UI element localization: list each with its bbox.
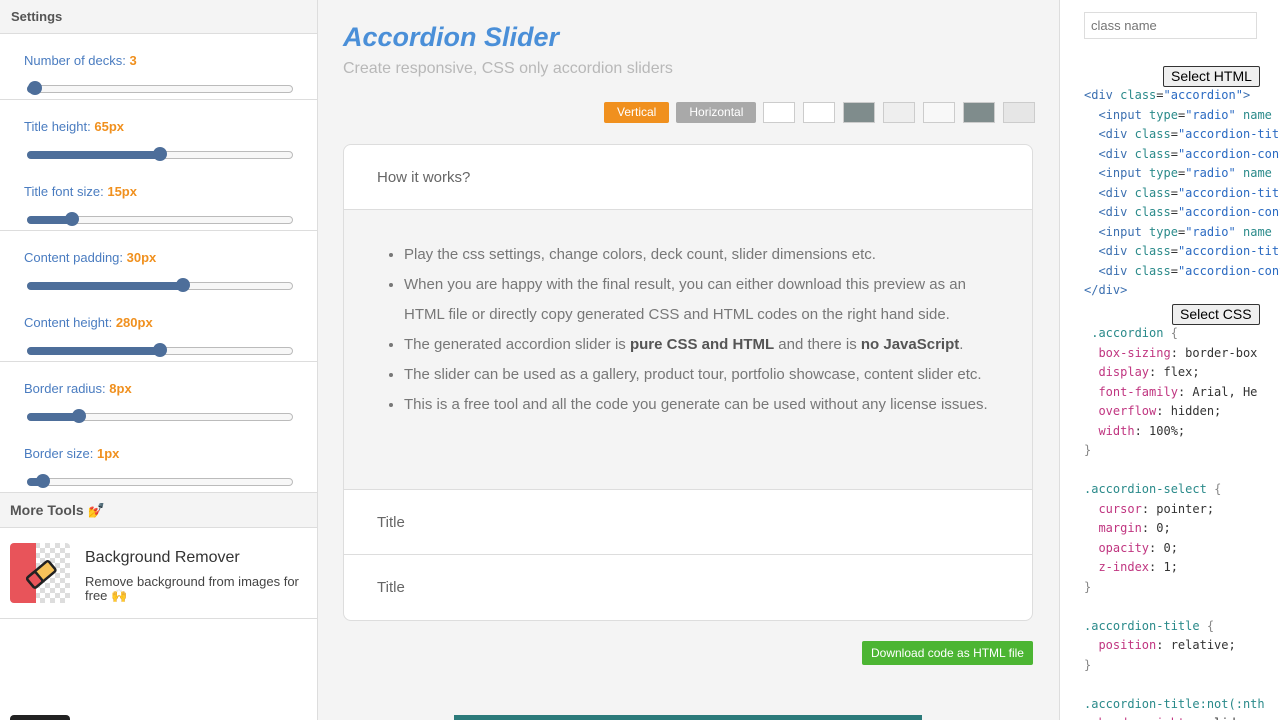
color-swatch[interactable] <box>923 102 956 123</box>
tool-background-remover[interactable]: Background Remover Remove background fro… <box>0 528 317 619</box>
select-css-button[interactable]: Select CSS <box>1172 304 1260 325</box>
setting-value: 280px <box>115 315 153 330</box>
setting-label: Content padding: <box>24 250 124 265</box>
setting-value: 30px <box>126 250 157 265</box>
code-panel: Select HTML <div class="accordion"> <inp… <box>1059 0 1280 720</box>
setting-row: Content padding: 30px <box>24 231 293 296</box>
css-code-block[interactable]: .accordion { box-sizing: border-box disp… <box>1084 324 1280 720</box>
color-swatch[interactable] <box>843 102 876 123</box>
setting-value: 1px <box>97 446 120 461</box>
style-toolbar: Vertical Horizontal <box>604 102 1043 124</box>
next-tool-thumbnail[interactable] <box>10 715 70 720</box>
color-swatch[interactable] <box>803 102 836 123</box>
content-padding-slider[interactable] <box>27 278 293 292</box>
setting-row: Title font size: 15px <box>24 165 293 230</box>
class-name-input[interactable] <box>1084 12 1257 39</box>
main-area: Accordion Slider Create responsive, CSS … <box>318 0 1059 720</box>
slider-fill <box>27 282 184 290</box>
color-swatch[interactable] <box>1003 102 1036 123</box>
more-tools-header: More Tools 💅 <box>0 493 317 528</box>
slider-fill <box>27 347 160 355</box>
content-height-slider[interactable] <box>27 343 293 357</box>
setting-value: 3 <box>129 53 137 68</box>
setting-label: Title height: <box>24 119 91 134</box>
eraser-icon <box>25 559 57 589</box>
setting-row: Content height: 280px <box>24 296 293 361</box>
slider-thumb[interactable] <box>65 212 79 226</box>
setting-row: Number of decks: 3 <box>24 34 293 99</box>
settings-group-border: Border radius: 8px Border size: 1px <box>0 362 317 493</box>
slider-fill <box>27 151 160 159</box>
list-item: This is a free tool and all the code you… <box>404 390 992 420</box>
accordion-title-3[interactable]: Title <box>344 555 1032 620</box>
setting-label: Border size: <box>24 446 94 461</box>
setting-value: 8px <box>109 381 132 396</box>
setting-label: Number of decks: <box>24 53 126 68</box>
slider-thumb[interactable] <box>153 343 167 357</box>
tool-title: Background Remover <box>85 549 240 566</box>
setting-value: 65px <box>94 119 124 134</box>
how-it-works-list: Play the css settings, change colors, de… <box>384 240 992 420</box>
slider-thumb[interactable] <box>176 278 191 292</box>
settings-group-content: Content padding: 30px Content height: 28… <box>0 231 317 362</box>
border-size-slider[interactable] <box>27 474 293 488</box>
html-code-block[interactable]: <div class="accordion"> <input type="rad… <box>1084 86 1280 301</box>
setting-label: Title font size: <box>24 184 104 199</box>
list-item: When you are happy with the final result… <box>404 270 992 330</box>
color-swatch[interactable] <box>963 102 996 123</box>
slider-thumb[interactable] <box>153 147 167 161</box>
settings-group-title: Title height: 65px Title font size: 15px <box>0 100 317 231</box>
slider-thumb[interactable] <box>35 474 50 488</box>
settings-sidebar: Settings Number of decks: 3 Title height… <box>0 0 318 720</box>
setting-row: Title height: 65px <box>24 100 293 165</box>
slider-thumb[interactable] <box>28 81 42 95</box>
accordion-preview: How it works? Play the css settings, cha… <box>343 144 1033 621</box>
page-subtitle: Create responsive, CSS only accordion sl… <box>343 60 673 77</box>
tool-description: Remove background from images for free 🙌 <box>85 574 299 603</box>
ad-banner[interactable] <box>454 715 922 720</box>
vertical-button[interactable]: Vertical <box>604 102 670 123</box>
setting-value: 15px <box>107 184 137 199</box>
accordion-title-1[interactable]: How it works? <box>344 145 1032 210</box>
accordion-title-2[interactable]: Title <box>344 490 1032 555</box>
settings-group-decks: Number of decks: 3 <box>0 34 317 100</box>
setting-label: Border radius: <box>24 381 106 396</box>
list-item: Play the css settings, change colors, de… <box>404 240 992 270</box>
setting-label: Content height: <box>24 315 113 330</box>
horizontal-button[interactable]: Horizontal <box>676 102 757 123</box>
slider-thumb[interactable] <box>72 409 87 423</box>
border-radius-slider[interactable] <box>27 409 293 423</box>
title-font-size-slider[interactable] <box>27 212 293 226</box>
accordion-content: Play the css settings, change colors, de… <box>344 210 1032 490</box>
setting-row: Border size: 1px <box>24 427 293 492</box>
background-remover-thumbnail <box>10 543 70 603</box>
color-swatch[interactable] <box>883 102 916 123</box>
list-item: The generated accordion slider is pure C… <box>404 330 992 360</box>
color-swatch[interactable] <box>763 102 796 123</box>
list-item: The slider can be used as a gallery, pro… <box>404 360 992 390</box>
download-html-button[interactable]: Download code as HTML file <box>862 641 1033 665</box>
settings-header: Settings <box>0 0 317 34</box>
page-title: Accordion Slider <box>343 22 560 52</box>
title-height-slider[interactable] <box>27 147 293 161</box>
number-of-decks-slider[interactable] <box>27 81 293 95</box>
setting-row: Border radius: 8px <box>24 362 293 427</box>
select-html-button[interactable]: Select HTML <box>1163 66 1260 87</box>
